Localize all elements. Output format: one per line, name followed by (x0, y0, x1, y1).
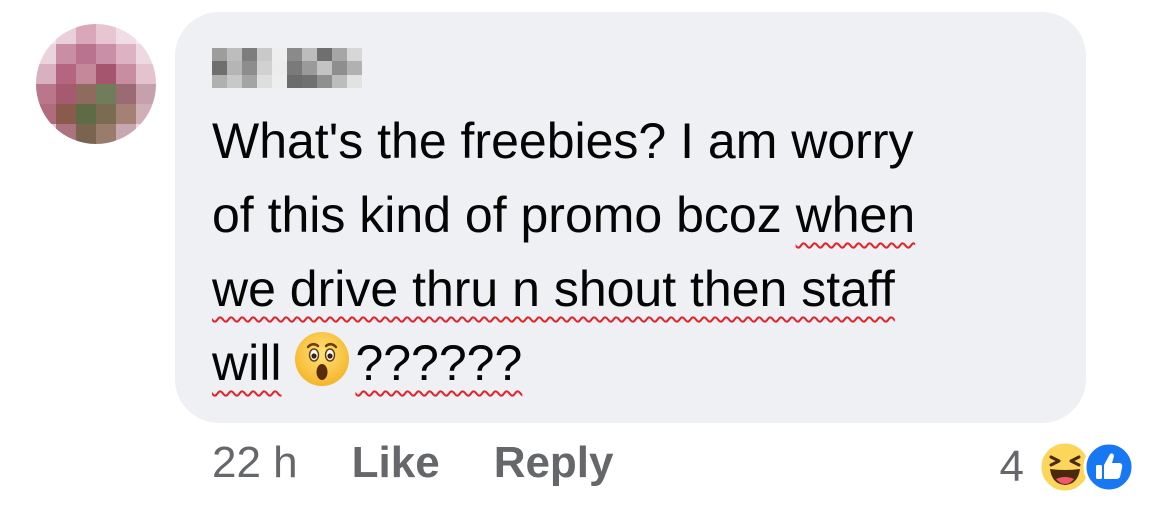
misspelled-word: when (795, 187, 916, 243)
reply-button[interactable]: Reply (494, 438, 614, 488)
like-reaction-icon (1083, 441, 1135, 493)
comment-line-3: we drive thru n shout then staff (212, 261, 895, 317)
comment-line-2: of this kind of promo bcoz when (212, 187, 916, 243)
reactions-summary[interactable]: 4 (1000, 440, 1136, 494)
comment-line-4: will ?????? (212, 326, 1072, 400)
reaction-count: 4 (999, 442, 1024, 491)
comment-actions: 22 h Like Reply (212, 438, 614, 488)
astonished-face-emoji (295, 332, 350, 386)
avatar[interactable] (36, 24, 156, 144)
comment-line-1: What's the freebies? I am worry (212, 113, 914, 169)
author-name-blurred[interactable] (212, 48, 362, 88)
like-button[interactable]: Like (352, 438, 440, 488)
timestamp[interactable]: 22 h (212, 438, 298, 488)
comment-text: What's the freebies? I am worry of this … (212, 104, 1072, 400)
